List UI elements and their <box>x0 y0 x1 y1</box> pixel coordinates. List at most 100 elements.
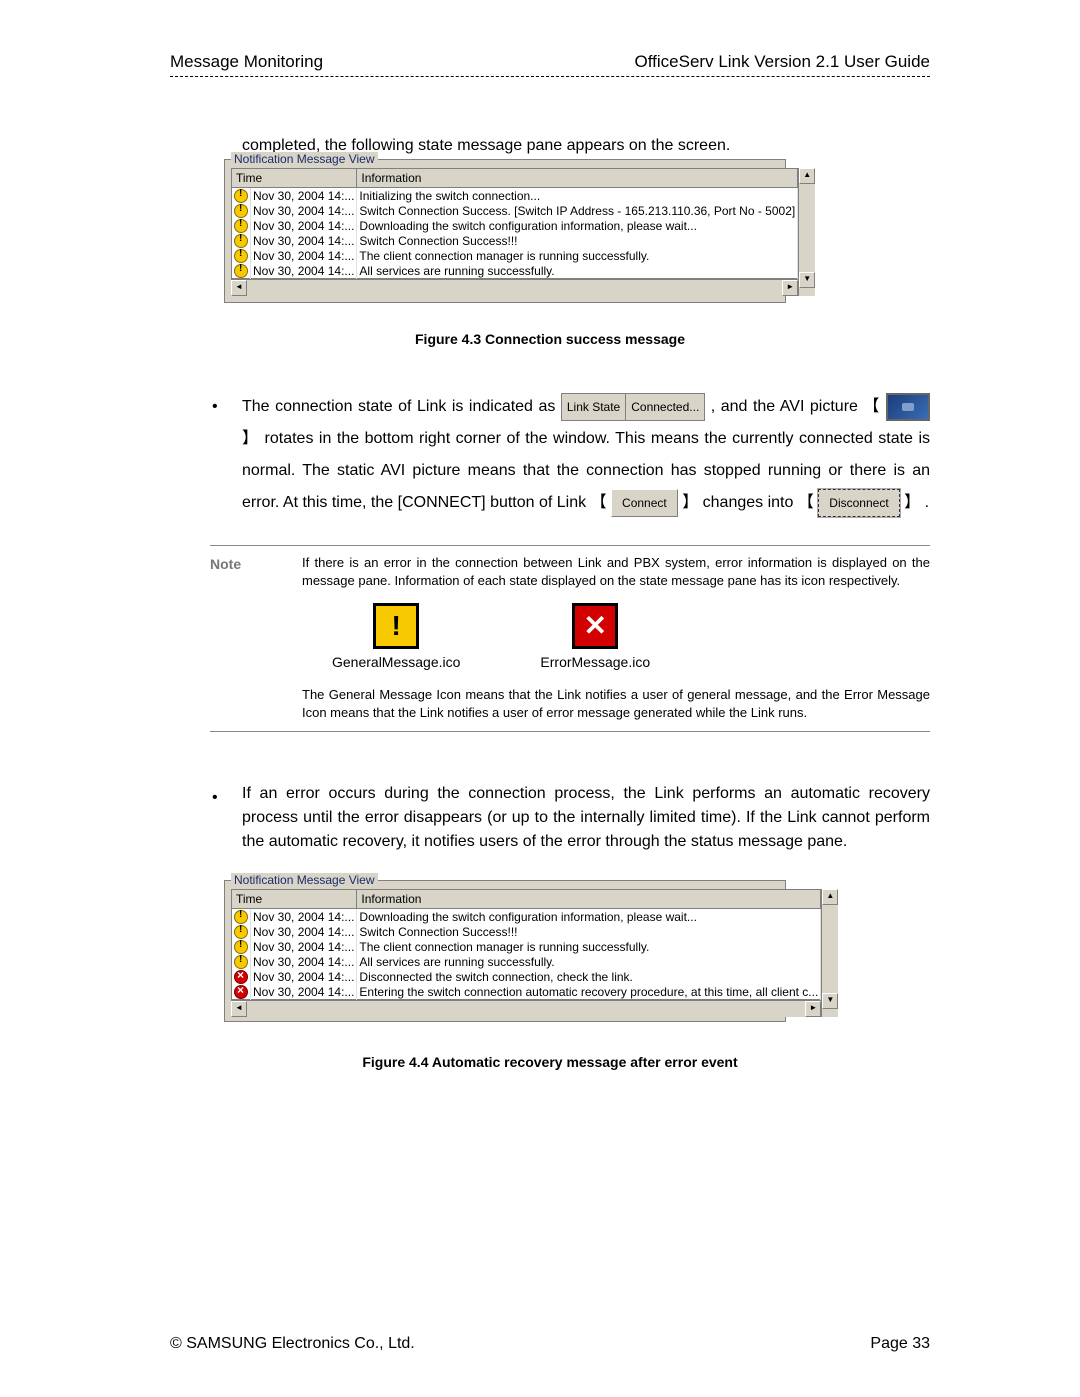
general-ico-label: GeneralMessage.ico <box>332 653 460 672</box>
nmv2-col-info[interactable]: Information <box>357 890 821 909</box>
note-p1: If there is an error in the connection b… <box>302 554 930 589</box>
table-row[interactable]: Nov 30, 2004 14:...Downloading the switc… <box>232 218 798 233</box>
nmv1-table: Time Information Nov 30, 2004 14:...Init… <box>231 168 798 279</box>
time-cell: Nov 30, 2004 14:... <box>251 939 357 954</box>
para1-t4: 】 changes into 【 <box>682 494 814 511</box>
link-state-value: Connected... <box>626 394 704 420</box>
scroll-down-icon[interactable]: ▼ <box>799 272 815 288</box>
scroll-left-icon[interactable]: ◄ <box>231 1001 247 1017</box>
footer-left: © SAMSUNG Electronics Co., Ltd. <box>170 1335 415 1353</box>
warning-icon <box>234 189 248 203</box>
warning-icon <box>234 925 248 939</box>
table-row[interactable]: Nov 30, 2004 14:...Disconnected the swit… <box>232 969 821 984</box>
table-row[interactable]: Nov 30, 2004 14:...Switch Connection Suc… <box>232 203 798 218</box>
scroll-right-icon[interactable]: ► <box>782 280 798 296</box>
info-cell: Switch Connection Success!!! <box>357 924 821 939</box>
info-cell: The client connection manager is running… <box>357 248 798 263</box>
info-cell: Switch Connection Success. [Switch IP Ad… <box>357 203 798 218</box>
disconnect-button[interactable]: Disconnect <box>818 489 899 517</box>
nmv1-col-time[interactable]: Time <box>232 169 357 188</box>
info-cell: Initializing the switch connection... <box>357 188 798 204</box>
time-cell: Nov 30, 2004 14:... <box>251 909 357 925</box>
para1-t2: , and the AVI picture 【 <box>711 398 881 415</box>
warning-icon <box>234 910 248 924</box>
info-cell: Switch Connection Success!!! <box>357 233 798 248</box>
time-cell: Nov 30, 2004 14:... <box>251 203 357 218</box>
info-cell: All services are running successfully. <box>357 263 798 279</box>
nmv1-col-info[interactable]: Information <box>357 169 798 188</box>
connect-button[interactable]: Connect <box>611 489 678 517</box>
time-cell: Nov 30, 2004 14:... <box>251 954 357 969</box>
info-cell: Downloading the switch configuration inf… <box>357 218 798 233</box>
error-ico-label: ErrorMessage.ico <box>540 653 650 672</box>
notification-message-view-2: Notification Message View Time Informati… <box>224 880 786 1022</box>
link-state-widget: Link StateConnected... <box>561 393 705 421</box>
paragraph-2: If an error occurs during the connection… <box>242 782 930 854</box>
table-row[interactable]: Nov 30, 2004 14:...All services are runn… <box>232 263 798 279</box>
nmv2-table: Time Information Nov 30, 2004 14:...Down… <box>231 889 821 1000</box>
scroll-up-icon[interactable]: ▲ <box>799 168 815 184</box>
warning-icon <box>234 940 248 954</box>
info-cell: Downloading the switch configuration inf… <box>357 909 821 925</box>
notification-message-view-1: Notification Message View Time Informati… <box>224 159 786 303</box>
note-label: Note <box>210 554 302 721</box>
warning-icon <box>234 264 248 278</box>
time-cell: Nov 30, 2004 14:... <box>251 188 357 204</box>
warning-icon <box>234 249 248 263</box>
error-icon <box>234 985 248 999</box>
paragraph-1: The connection state of Link is indicate… <box>242 391 930 519</box>
nmv1-hscrollbar[interactable]: ◄ ► <box>231 279 798 296</box>
time-cell: Nov 30, 2004 14:... <box>251 218 357 233</box>
time-cell: Nov 30, 2004 14:... <box>251 263 357 279</box>
info-cell: All services are running successfully. <box>357 954 821 969</box>
page-footer: © SAMSUNG Electronics Co., Ltd. Page 33 <box>170 1335 930 1353</box>
avi-picture-icon <box>886 393 930 421</box>
info-cell: Entering the switch connection automatic… <box>357 984 821 1000</box>
nmv2-vscrollbar[interactable]: ▲ ▼ <box>821 889 838 1017</box>
time-cell: Nov 30, 2004 14:... <box>251 248 357 263</box>
table-row[interactable]: Nov 30, 2004 14:...Initializing the swit… <box>232 188 798 204</box>
table-row[interactable]: Nov 30, 2004 14:...The client connection… <box>232 939 821 954</box>
error-icon <box>234 970 248 984</box>
nmv2-hscrollbar[interactable]: ◄ ► <box>231 1000 821 1017</box>
scroll-track[interactable] <box>247 1001 805 1017</box>
warning-icon <box>234 219 248 233</box>
warning-icon <box>234 234 248 248</box>
time-cell: Nov 30, 2004 14:... <box>251 969 357 984</box>
link-state-label: Link State <box>562 394 626 420</box>
note-block: Note If there is an error in the connect… <box>210 545 930 732</box>
scroll-track[interactable] <box>247 280 782 296</box>
para1-t5: 】 . <box>904 494 929 511</box>
table-row[interactable]: Nov 30, 2004 14:...The client connection… <box>232 248 798 263</box>
nmv1-vscrollbar[interactable]: ▲ ▼ <box>798 168 815 296</box>
figure-4-3-caption: Figure 4.3 Connection success message <box>170 331 930 347</box>
general-message-icon-col: ! GeneralMessage.ico <box>332 603 460 672</box>
table-row[interactable]: Nov 30, 2004 14:...Entering the switch c… <box>232 984 821 1000</box>
time-cell: Nov 30, 2004 14:... <box>251 233 357 248</box>
scroll-left-icon[interactable]: ◄ <box>231 280 247 296</box>
table-row[interactable]: Nov 30, 2004 14:...Switch Connection Suc… <box>232 924 821 939</box>
page-header: Message Monitoring OfficeServ Link Versi… <box>170 52 930 76</box>
table-row[interactable]: Nov 30, 2004 14:...Switch Connection Suc… <box>232 233 798 248</box>
note-p2: The General Message Icon means that the … <box>302 686 930 721</box>
info-cell: Disconnected the switch connection, chec… <box>357 969 821 984</box>
info-cell: The client connection manager is running… <box>357 939 821 954</box>
table-row[interactable]: Nov 30, 2004 14:...Downloading the switc… <box>232 909 821 925</box>
table-row[interactable]: Nov 30, 2004 14:...All services are runn… <box>232 954 821 969</box>
error-message-icon: ✕ <box>572 603 618 649</box>
header-right: OfficeServ Link Version 2.1 User Guide <box>635 52 930 72</box>
nmv1-title: Notification Message View <box>231 152 378 166</box>
footer-right: Page 33 <box>870 1335 930 1353</box>
scroll-up-icon[interactable]: ▲ <box>822 889 838 905</box>
scroll-right-icon[interactable]: ► <box>805 1001 821 1017</box>
figure-4-4-caption: Figure 4.4 Automatic recovery message af… <box>170 1054 930 1070</box>
scroll-down-icon[interactable]: ▼ <box>822 993 838 1009</box>
general-message-icon: ! <box>373 603 419 649</box>
warning-icon <box>234 204 248 218</box>
time-cell: Nov 30, 2004 14:... <box>251 984 357 1000</box>
error-message-icon-col: ✕ ErrorMessage.ico <box>540 603 650 672</box>
warning-icon <box>234 955 248 969</box>
bullet: • <box>212 782 242 854</box>
header-divider <box>170 76 930 77</box>
nmv2-col-time[interactable]: Time <box>232 890 357 909</box>
